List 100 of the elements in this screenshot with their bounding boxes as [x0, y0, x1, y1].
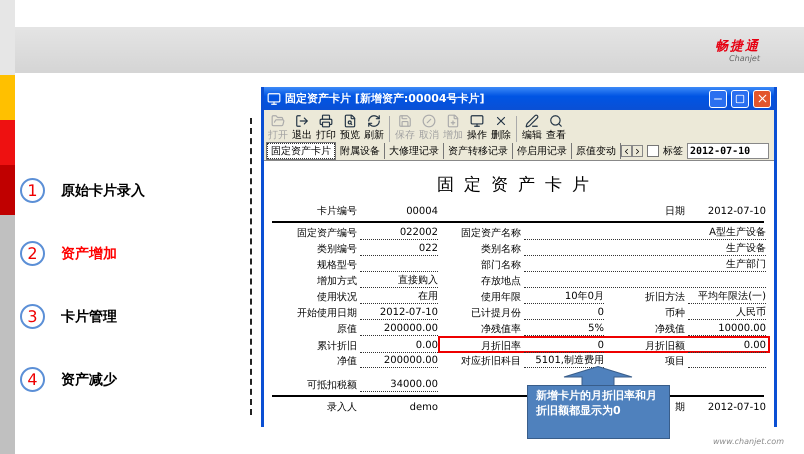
field-value: 10年0月: [524, 289, 604, 304]
field-label: 月折旧率: [481, 340, 521, 353]
field-value: A型生产设备: [524, 225, 766, 240]
tab[interactable]: 停启用记录: [513, 143, 572, 159]
brand-latin-name: Chanjet: [729, 54, 760, 63]
step-number: 1: [20, 178, 45, 203]
toolbar-button[interactable]: 操作: [465, 114, 489, 142]
field-label: 固定资产名称: [461, 226, 521, 240]
toolbar-button[interactable]: 删除: [489, 114, 513, 142]
card-title: 固定资产卡片: [436, 174, 600, 197]
field-label: 部门名称: [481, 258, 521, 272]
field-label: 期: [675, 400, 685, 414]
field-value: 2012-07-10: [360, 307, 438, 320]
cancel-icon: [422, 114, 436, 128]
printer-icon: [319, 114, 333, 128]
step-number: 2: [20, 241, 45, 266]
checkbox-label: 标签: [663, 144, 683, 158]
step-number: 3: [20, 304, 45, 329]
field-value: 2012-07-10: [706, 402, 766, 414]
checkbox[interactable]: [647, 145, 659, 157]
field-label: 规格型号: [317, 258, 357, 272]
close-icon: [756, 92, 768, 105]
toolbar-button[interactable]: 查看: [544, 114, 568, 142]
field-label: 项目: [665, 355, 685, 368]
field-value: 34000.00: [360, 379, 438, 392]
search-icon: [549, 114, 563, 128]
step-label: 卡片管理: [61, 308, 117, 326]
field-label: 可抵扣税额: [307, 378, 357, 392]
maximize-icon: [735, 94, 745, 104]
field-label: 录入人: [327, 400, 357, 414]
scroll-right-button[interactable]: [632, 145, 643, 157]
document-search-icon: [343, 114, 357, 128]
door-icon: [295, 114, 309, 128]
tab[interactable]: 附属设备: [336, 143, 385, 159]
field-label: 卡片编号: [317, 204, 357, 218]
field-label: 月折旧额: [645, 340, 685, 353]
field-label: 类别编号: [317, 242, 357, 256]
app-icon: [267, 92, 281, 106]
field-value: 00004: [405, 206, 438, 218]
tab[interactable]: 大修理记录: [385, 143, 444, 159]
field-value: 10000.00: [688, 323, 766, 336]
field-label: 累计折旧: [317, 340, 357, 353]
step-number: 4: [20, 367, 45, 392]
step-label: 资产增加: [61, 244, 117, 262]
field-value: 022: [360, 243, 438, 256]
field-value: 2012-07-10: [706, 206, 766, 218]
minimize-button[interactable]: [709, 90, 727, 108]
step-label: 资产减少: [61, 370, 117, 388]
field-label: 日期: [665, 204, 685, 218]
date-field[interactable]: 2012-07-10: [687, 143, 769, 159]
field-value: 生产部门: [524, 257, 766, 272]
field-label: 已计提月份: [471, 306, 521, 320]
refresh-icon: [367, 114, 381, 128]
toolbar-button[interactable]: 退出: [290, 114, 314, 142]
maximize-button[interactable]: [731, 90, 749, 108]
toolbar-button[interactable]: 预览: [338, 114, 362, 142]
folder-icon: [271, 114, 285, 128]
field-value: 在用: [360, 289, 438, 304]
field-value: 5%: [524, 323, 604, 336]
field-value: 平均年限法(一): [688, 289, 766, 304]
field-label: 净残值率: [481, 322, 521, 336]
close-icon: [494, 114, 508, 128]
field-value: 0: [524, 307, 604, 320]
file-add-icon: [446, 114, 460, 128]
tab[interactable]: 固定资产卡片: [266, 142, 336, 160]
field-label: 对应折旧科目: [461, 354, 521, 368]
step-label: 原始卡片录入: [61, 182, 145, 200]
field-label: 使用状况: [317, 290, 357, 304]
window-title: 固定资产卡片 [新增资产:00004号卡片]: [285, 91, 486, 106]
toolbar-button[interactable]: 打印: [314, 114, 338, 142]
field-label: 折旧方法: [645, 290, 685, 304]
field-label: 存放地点: [481, 274, 521, 288]
field-label: 类别名称: [481, 242, 521, 256]
save-icon: [398, 114, 412, 128]
field-label: 币种: [665, 306, 685, 320]
tab[interactable]: 资产转移记录: [444, 143, 513, 159]
field-value: 0.00: [688, 340, 766, 353]
field-value: 200000.00: [360, 355, 438, 368]
toolbar-button[interactable]: 刷新: [362, 114, 386, 142]
pen-icon: [525, 114, 539, 128]
website-address: www.chanjet.com: [712, 437, 784, 446]
monitor-icon: [470, 114, 484, 128]
field-value: demo: [408, 402, 438, 414]
toolbar-button[interactable]: 编辑: [520, 114, 544, 142]
field-value: 0: [524, 340, 604, 353]
scroll-left-button[interactable]: [621, 145, 632, 157]
field-value: 直接购入: [360, 273, 438, 288]
field-label: 使用年限: [481, 291, 521, 304]
brand-name: 畅捷通: [715, 38, 760, 54]
field-value: 0.00: [360, 340, 438, 353]
field-label: 开始使用日期: [297, 306, 357, 320]
callout-note: 新增卡片的月折旧率和月折旧额都显示为0: [527, 385, 670, 439]
field-label: 净残值: [655, 322, 685, 336]
close-button[interactable]: [753, 90, 771, 108]
field-label: 原值: [337, 323, 357, 336]
field-label: 固定资产编号: [297, 226, 357, 240]
field-value: 200000.00: [360, 323, 438, 336]
callout-arrow: [563, 366, 633, 386]
field-value: 022002: [360, 227, 438, 240]
field-value: 生产设备: [524, 241, 766, 256]
